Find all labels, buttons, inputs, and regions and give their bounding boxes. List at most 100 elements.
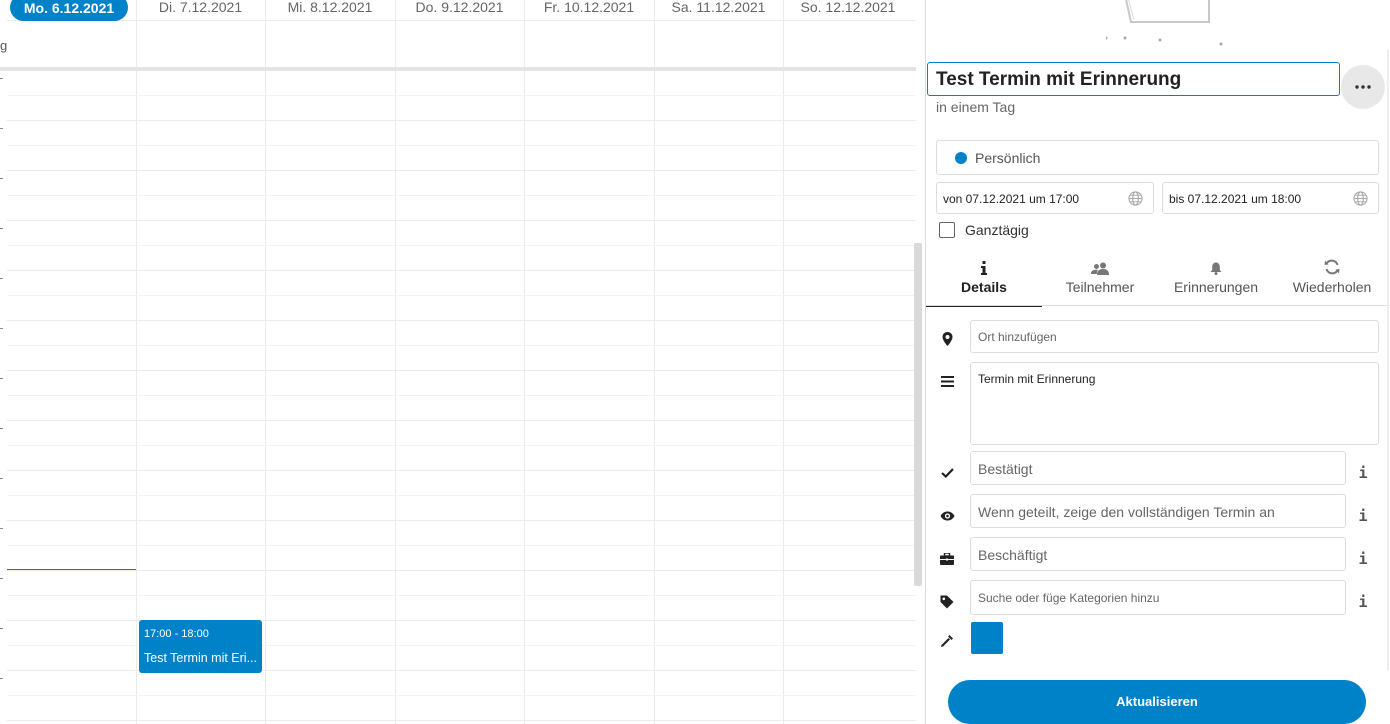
- status-check-icon: [938, 464, 956, 482]
- tab-attendees[interactable]: Teilnehmer: [1042, 255, 1158, 307]
- timezone-globe-icon[interactable]: [1353, 191, 1368, 206]
- time-slot-line: [7, 95, 916, 96]
- time-slot-line: [7, 345, 916, 346]
- time-slot-line: [7, 520, 916, 521]
- visibility-info-icon[interactable]: i: [1358, 507, 1368, 525]
- location-icon: [938, 330, 956, 348]
- more-button[interactable]: [1341, 65, 1385, 109]
- time-slot-line: [7, 245, 916, 246]
- start-date-value: von 07.12.2021 um 17:00: [943, 192, 1080, 206]
- allday-toggle[interactable]: Ganztägig: [939, 222, 1029, 238]
- people-icon: [1091, 262, 1109, 275]
- day-column-divider: [654, 0, 655, 724]
- empty-illustration: [1106, 0, 1223, 46]
- hour-tick: [0, 278, 3, 279]
- categories-info-icon[interactable]: i: [1358, 593, 1368, 611]
- time-slot-line: [7, 470, 916, 471]
- day-column-divider: [136, 0, 137, 724]
- visibility-select[interactable]: Wenn geteilt, zeige den vollständigen Te…: [970, 494, 1346, 528]
- tag-icon: [938, 593, 956, 611]
- day-header[interactable]: Sa. 11.12.2021: [654, 0, 783, 21]
- day-column-divider: [524, 0, 525, 724]
- allday-checkbox[interactable]: [939, 222, 955, 238]
- tabs-divider: [926, 305, 1390, 306]
- hour-tick: [0, 628, 3, 629]
- time-slot-line: [7, 170, 916, 171]
- calendar-picker[interactable]: Persönlich: [936, 140, 1379, 175]
- time-slot-line: [7, 295, 916, 296]
- event-time: 17:00 - 18:00: [144, 628, 209, 640]
- briefcase-icon: [938, 550, 956, 568]
- day-header[interactable]: So. 12.12.2021: [783, 0, 913, 21]
- time-slot-line: [7, 395, 916, 396]
- day-column-divider: [783, 0, 784, 724]
- tab-reminders[interactable]: Erinnerungen: [1158, 255, 1274, 307]
- hour-tick: [0, 428, 3, 429]
- today-date-pill[interactable]: Mo. 6.12.2021: [10, 0, 128, 21]
- time-slot-line: [7, 145, 916, 146]
- hour-tick: [0, 228, 3, 229]
- hour-tick: [0, 678, 3, 679]
- calendar-scrollbar[interactable]: [914, 243, 922, 586]
- event-title-input[interactable]: Test Termin mit Erinnerung: [927, 62, 1340, 96]
- hour-tick: [0, 128, 3, 129]
- repeat-icon: [1324, 259, 1340, 275]
- sidebar-scrollbar[interactable]: [1387, 50, 1389, 670]
- hour-tick: [0, 328, 3, 329]
- bell-icon: [1210, 262, 1222, 275]
- time-slot-line: [7, 270, 916, 271]
- status-select[interactable]: Bestätigt: [970, 451, 1346, 485]
- hour-tick: [0, 578, 3, 579]
- status-info-icon[interactable]: i: [1358, 464, 1368, 482]
- calendar-event[interactable]: 17:00 - 18:00 Test Termin mit Eri...: [139, 620, 262, 673]
- event-title: Test Termin mit Eri...: [144, 651, 257, 665]
- event-editor-sidebar: Test Termin mit Erinnerung in einem Tag …: [925, 0, 1390, 724]
- time-slot-line: [7, 370, 916, 371]
- busy-select[interactable]: Beschäftigt: [970, 537, 1346, 571]
- time-slot-line: [7, 570, 916, 571]
- update-button[interactable]: Aktualisieren: [948, 680, 1366, 724]
- day-header[interactable]: Do. 9.12.2021: [395, 0, 524, 21]
- current-time-indicator: [7, 569, 136, 570]
- time-slot-line: [7, 695, 916, 696]
- day-header[interactable]: Mo. 6.12.2021: [7, 0, 136, 21]
- day-header[interactable]: Di. 7.12.2021: [136, 0, 265, 21]
- end-date-value: bis 07.12.2021 um 18:00: [1169, 192, 1302, 206]
- hour-tick: [0, 78, 3, 79]
- start-date-input[interactable]: von 07.12.2021 um 17:00: [936, 182, 1154, 214]
- calendar-name: Persönlich: [975, 149, 1041, 166]
- allday-separator: [0, 67, 916, 71]
- editor-tabs: Details Teilnehmer Erinnerungen Wiederho…: [926, 255, 1390, 307]
- time-slot-line: [7, 195, 916, 196]
- tab-repeat-label: Wiederholen: [1292, 279, 1372, 295]
- busy-info-icon[interactable]: i: [1358, 550, 1368, 568]
- tab-details[interactable]: Details: [926, 255, 1042, 307]
- hour-tick: [0, 378, 3, 379]
- time-slot-line: [7, 595, 916, 596]
- description-icon: [938, 372, 956, 390]
- eye-icon: [938, 507, 956, 525]
- categories-input[interactable]: Suche oder füge Kategorien hinzu: [970, 580, 1346, 615]
- location-input[interactable]: Ort hinzufügen: [970, 320, 1379, 353]
- hour-tick: [0, 528, 3, 529]
- hour-tick: [0, 478, 3, 479]
- allday-row-label: g: [0, 38, 8, 53]
- timezone-globe-icon[interactable]: [1128, 191, 1143, 206]
- time-slot-line: [7, 420, 916, 421]
- time-slot-line: [7, 120, 916, 121]
- event-relative-time: in einem Tag: [936, 99, 1016, 115]
- week-calendar: Mo. 6.12.2021 Di. 7.12.2021 Mi. 8.12.2021 D…: [0, 0, 925, 724]
- end-date-input[interactable]: bis 07.12.2021 um 18:00: [1162, 182, 1379, 214]
- day-header[interactable]: Fr. 10.12.2021: [524, 0, 654, 21]
- allday-label: Ganztägig: [965, 222, 1029, 238]
- day-header[interactable]: Mi. 8.12.2021: [265, 0, 395, 21]
- tab-details-label: Details: [961, 279, 1007, 295]
- more-icon: [1355, 85, 1371, 89]
- event-color-swatch[interactable]: [971, 622, 1003, 654]
- color-picker-icon: [938, 632, 956, 650]
- tab-repeat[interactable]: Wiederholen: [1274, 255, 1390, 307]
- time-slot-line: [7, 495, 916, 496]
- time-slot-line: [7, 220, 916, 221]
- day-column-divider: [265, 0, 266, 724]
- description-textarea[interactable]: Termin mit Erinnerung: [970, 362, 1379, 445]
